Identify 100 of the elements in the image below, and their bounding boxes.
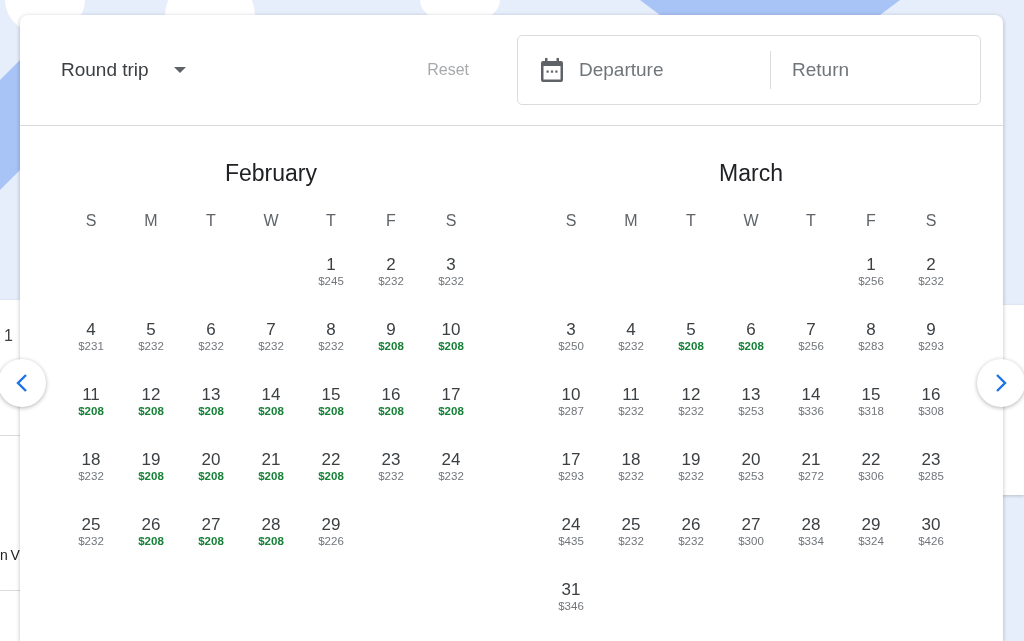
day-number[interactable]: 14: [798, 384, 824, 405]
day-number[interactable]: 8: [318, 319, 344, 340]
day-number[interactable]: 20: [198, 449, 224, 470]
fare-price: $208: [318, 404, 344, 419]
day-number[interactable]: 23: [918, 449, 944, 470]
day-number[interactable]: 30: [918, 514, 944, 535]
day-number[interactable]: 21: [258, 449, 284, 470]
day-number[interactable]: 8: [858, 319, 884, 340]
day-number[interactable]: 26: [678, 514, 704, 535]
day-number[interactable]: 27: [198, 514, 224, 535]
day-number[interactable]: 21: [798, 449, 824, 470]
day-number[interactable]: 25: [78, 514, 104, 535]
fare-price: $334: [798, 534, 824, 549]
fare-price: $208: [678, 339, 704, 354]
fare-price: $253: [738, 469, 764, 484]
fare-price: $232: [618, 404, 644, 419]
fare-price: $208: [738, 339, 764, 354]
weekday-label: W: [263, 211, 279, 229]
day-number[interactable]: 15: [318, 384, 344, 405]
day-number[interactable]: 18: [78, 449, 104, 470]
day-number[interactable]: 28: [258, 514, 284, 535]
fare-price: $208: [78, 404, 104, 419]
weekday-label: S: [565, 211, 577, 229]
fare-price: $232: [318, 339, 344, 354]
weekday-label: S: [85, 211, 97, 229]
fare-price: $253: [738, 404, 764, 419]
day-number[interactable]: 12: [678, 384, 704, 405]
caret-icon: [172, 66, 187, 74]
day-number[interactable]: 24: [438, 449, 464, 470]
day-number[interactable]: 14: [258, 384, 284, 405]
calendar-icon: [540, 57, 564, 83]
day-number[interactable]: 19: [678, 449, 704, 470]
day-number[interactable]: 2: [378, 254, 404, 275]
day-number[interactable]: 22: [318, 449, 344, 470]
day-number[interactable]: 31: [558, 579, 584, 600]
fare-price: $232: [378, 274, 404, 289]
day-number[interactable]: 2: [918, 254, 944, 275]
trip-type-dropdown[interactable]: Round trip: [61, 55, 187, 85]
fare-price: $208: [198, 404, 224, 419]
weekday-label: F: [866, 211, 876, 229]
day-number[interactable]: 3: [558, 319, 584, 340]
fare-price: $285: [918, 469, 944, 484]
day-number[interactable]: 6: [198, 319, 224, 340]
day-number[interactable]: 27: [738, 514, 764, 535]
day-number[interactable]: 28: [798, 514, 824, 535]
day-number[interactable]: 1: [858, 254, 884, 275]
day-number[interactable]: 5: [138, 319, 164, 340]
day-number[interactable]: 11: [618, 384, 644, 405]
day-number[interactable]: 18: [618, 449, 644, 470]
weekday-label: T: [206, 211, 216, 229]
day-number[interactable]: 16: [918, 384, 944, 405]
day-number[interactable]: 22: [858, 449, 884, 470]
fare-price: $208: [438, 404, 464, 419]
departure-input[interactable]: Departure: [577, 54, 747, 86]
day-number[interactable]: 24: [558, 514, 584, 535]
return-input[interactable]: Return: [790, 54, 960, 86]
day-number[interactable]: 4: [78, 319, 104, 340]
fare-price: $283: [858, 339, 884, 354]
day-number[interactable]: 7: [258, 319, 284, 340]
fare-price: $306: [858, 469, 884, 484]
day-number[interactable]: 12: [138, 384, 164, 405]
day-number[interactable]: 20: [738, 449, 764, 470]
day-number[interactable]: 15: [858, 384, 884, 405]
day-number[interactable]: 29: [318, 514, 344, 535]
day-number[interactable]: 13: [198, 384, 224, 405]
day-number[interactable]: 23: [378, 449, 404, 470]
day-number[interactable]: 1: [318, 254, 344, 275]
day-number[interactable]: 13: [738, 384, 764, 405]
fare-price: $435: [558, 534, 584, 549]
day-number[interactable]: 3: [438, 254, 464, 275]
fare-price: $346: [558, 599, 584, 614]
day-number[interactable]: 17: [558, 449, 584, 470]
day-number[interactable]: 7: [798, 319, 824, 340]
fare-price: $426: [918, 534, 944, 549]
date-range-field[interactable]: Departure Return: [517, 35, 981, 105]
day-number[interactable]: 9: [378, 319, 404, 340]
day-number[interactable]: 6: [738, 319, 764, 340]
fare-price: $232: [618, 534, 644, 549]
weekday-label: S: [925, 211, 937, 229]
day-number[interactable]: 29: [858, 514, 884, 535]
day-number[interactable]: 10: [558, 384, 584, 405]
fare-price: $232: [138, 339, 164, 354]
day-number[interactable]: 25: [618, 514, 644, 535]
fare-price: $208: [138, 534, 164, 549]
chevron-right-icon: [995, 373, 1007, 393]
day-number[interactable]: 17: [438, 384, 464, 405]
day-number[interactable]: 10: [438, 319, 464, 340]
day-number[interactable]: 16: [378, 384, 404, 405]
fare-price: $232: [678, 469, 704, 484]
fare-price: $293: [918, 339, 944, 354]
day-number[interactable]: 11: [78, 384, 104, 405]
day-number[interactable]: 9: [918, 319, 944, 340]
fare-price: $232: [618, 339, 644, 354]
day-number[interactable]: 19: [138, 449, 164, 470]
fare-price: $231: [78, 339, 104, 354]
day-number[interactable]: 5: [678, 319, 704, 340]
fare-price: $208: [378, 339, 404, 354]
day-number[interactable]: 26: [138, 514, 164, 535]
weekday-label: T: [326, 211, 336, 229]
day-number[interactable]: 4: [618, 319, 644, 340]
